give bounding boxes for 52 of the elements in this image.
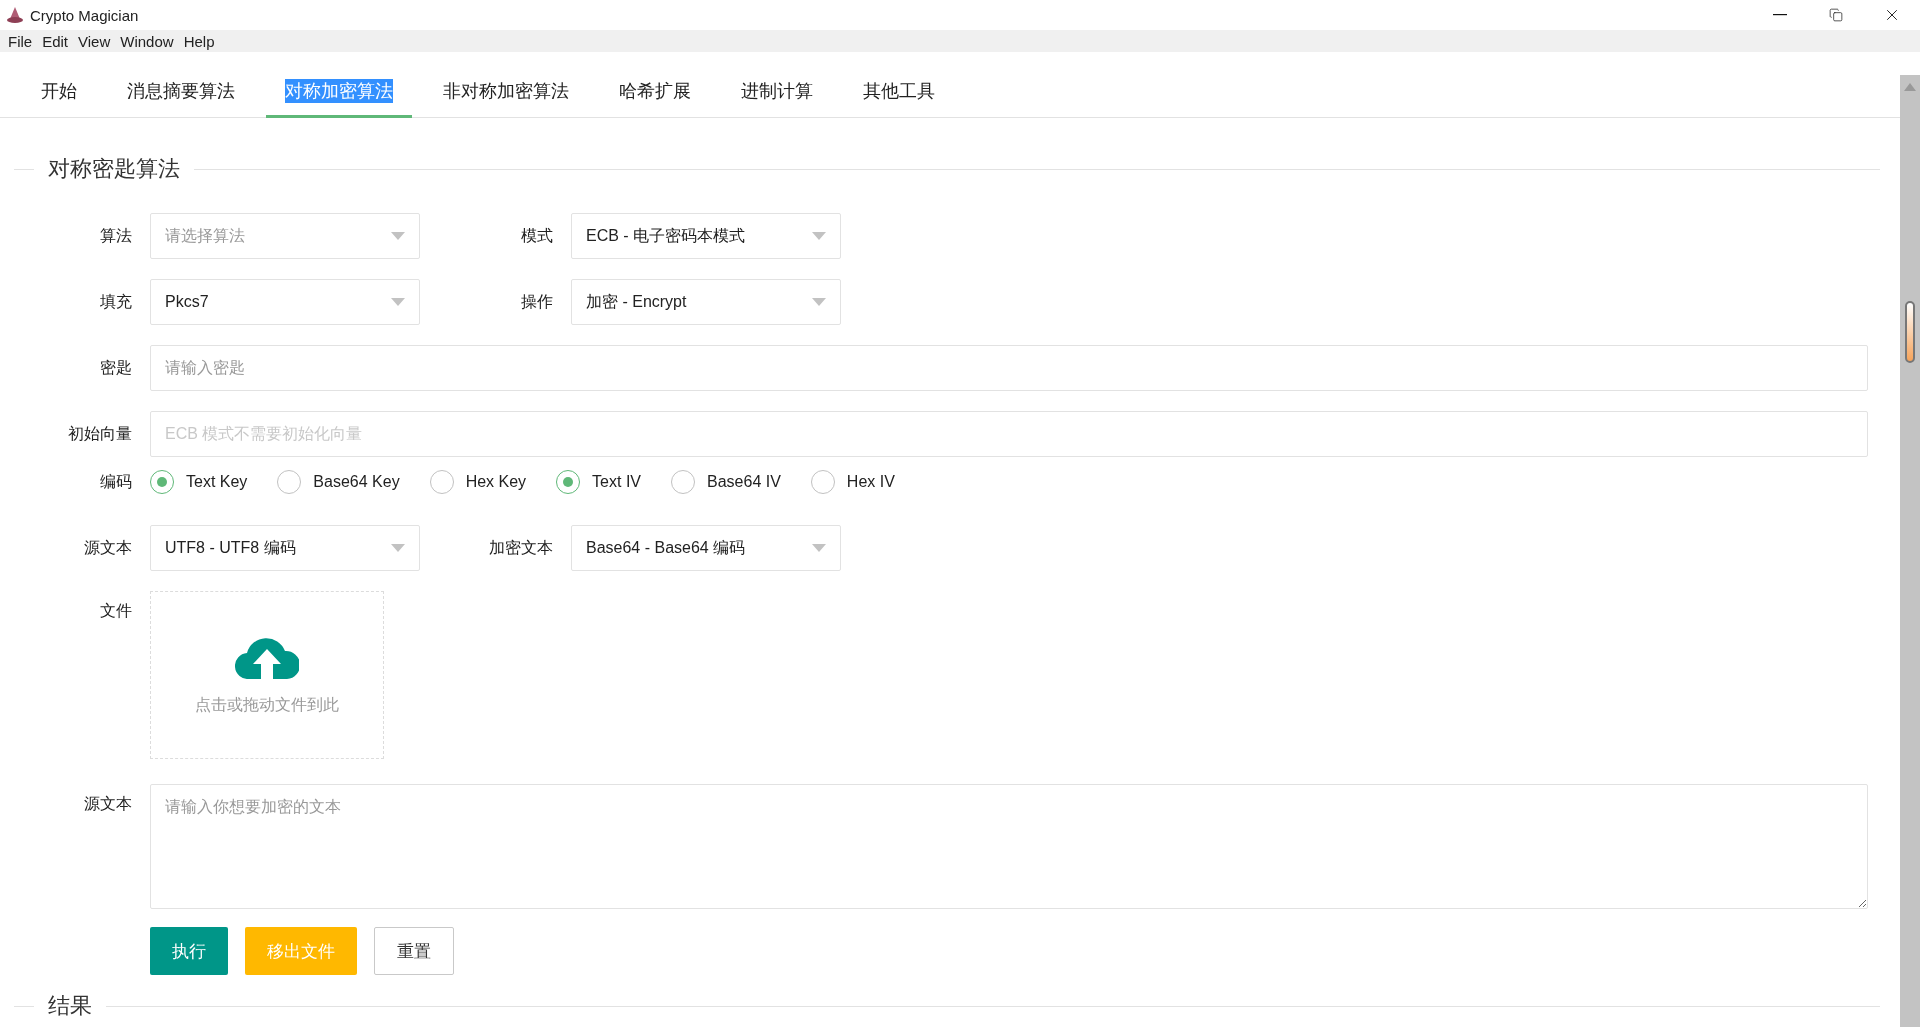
wizard-hat-icon bbox=[6, 6, 24, 24]
caret-icon bbox=[391, 544, 405, 552]
scroll-up-icon[interactable] bbox=[1904, 83, 1916, 91]
section-title: 对称密匙算法 bbox=[47, 155, 181, 183]
select-field[interactable]: UTF8 - UTF8 编码 bbox=[150, 525, 420, 571]
tab[interactable]: 非对称加密算法 bbox=[424, 52, 588, 118]
section-title: 结果 bbox=[47, 992, 93, 1020]
caret-icon bbox=[812, 232, 826, 240]
caret-icon bbox=[812, 298, 826, 306]
tab[interactable]: 开始 bbox=[22, 52, 96, 118]
menu-item[interactable]: Window bbox=[115, 32, 179, 50]
field-label: 模式 bbox=[520, 225, 553, 246]
field-label: 密匙 bbox=[99, 357, 132, 378]
caret-icon bbox=[391, 232, 405, 240]
key-input-field[interactable]: 请输入密匙 bbox=[150, 345, 1868, 391]
field-label: 编码 bbox=[99, 471, 132, 492]
tab[interactable]: 其他工具 bbox=[844, 52, 954, 118]
select-field[interactable]: Pkcs7 bbox=[150, 279, 420, 325]
field-label: 加密文本 bbox=[488, 537, 553, 558]
field-label: 填充 bbox=[99, 291, 132, 312]
action-button[interactable]: 执行 bbox=[150, 927, 228, 975]
restore-icon bbox=[1829, 8, 1843, 22]
field-label: 源文本 bbox=[83, 794, 132, 814]
menu-item[interactable]: Edit bbox=[37, 32, 74, 50]
radio-option[interactable]: Base64 Key bbox=[277, 470, 400, 494]
tab[interactable]: 哈希扩展 bbox=[600, 52, 710, 118]
menu-item[interactable]: File bbox=[3, 32, 38, 50]
radio-option[interactable]: Base64 IV bbox=[671, 470, 781, 494]
source-text-area[interactable]: 请输入你想要加密的文本 bbox=[150, 784, 1868, 909]
field-label: 初始向量 bbox=[67, 423, 132, 444]
caret-icon bbox=[391, 298, 405, 306]
window-title: Crypto Magician bbox=[30, 6, 140, 24]
menu-item[interactable]: Help bbox=[178, 32, 220, 50]
select-field[interactable]: Base64 - Base64 编码 bbox=[571, 525, 841, 571]
radio-option[interactable]: Hex IV bbox=[810, 470, 895, 494]
tab[interactable]: 进制计算 bbox=[722, 52, 832, 118]
radio-option[interactable]: Text Key bbox=[150, 470, 248, 494]
field-label: 操作 bbox=[520, 291, 553, 312]
scroll-thumb[interactable] bbox=[1905, 301, 1915, 363]
caret-icon bbox=[812, 544, 826, 552]
menu-item[interactable]: View bbox=[73, 32, 116, 50]
select-field[interactable]: 加密 - Encrypt bbox=[571, 279, 841, 325]
radio-option[interactable]: Hex Key bbox=[429, 470, 527, 494]
scrollbar[interactable] bbox=[1900, 75, 1920, 1027]
minimize-icon bbox=[1773, 14, 1787, 16]
field-label: 文件 bbox=[99, 601, 132, 621]
action-button[interactable]: 重置 bbox=[374, 927, 454, 975]
field-label: 算法 bbox=[99, 225, 132, 246]
tab[interactable]: 消息摘要算法 bbox=[108, 52, 254, 118]
select-field[interactable]: ECB - 电子密码本模式 bbox=[571, 213, 841, 259]
radio-option[interactable]: Text IV bbox=[556, 470, 641, 494]
field-label: 源文本 bbox=[83, 537, 132, 558]
